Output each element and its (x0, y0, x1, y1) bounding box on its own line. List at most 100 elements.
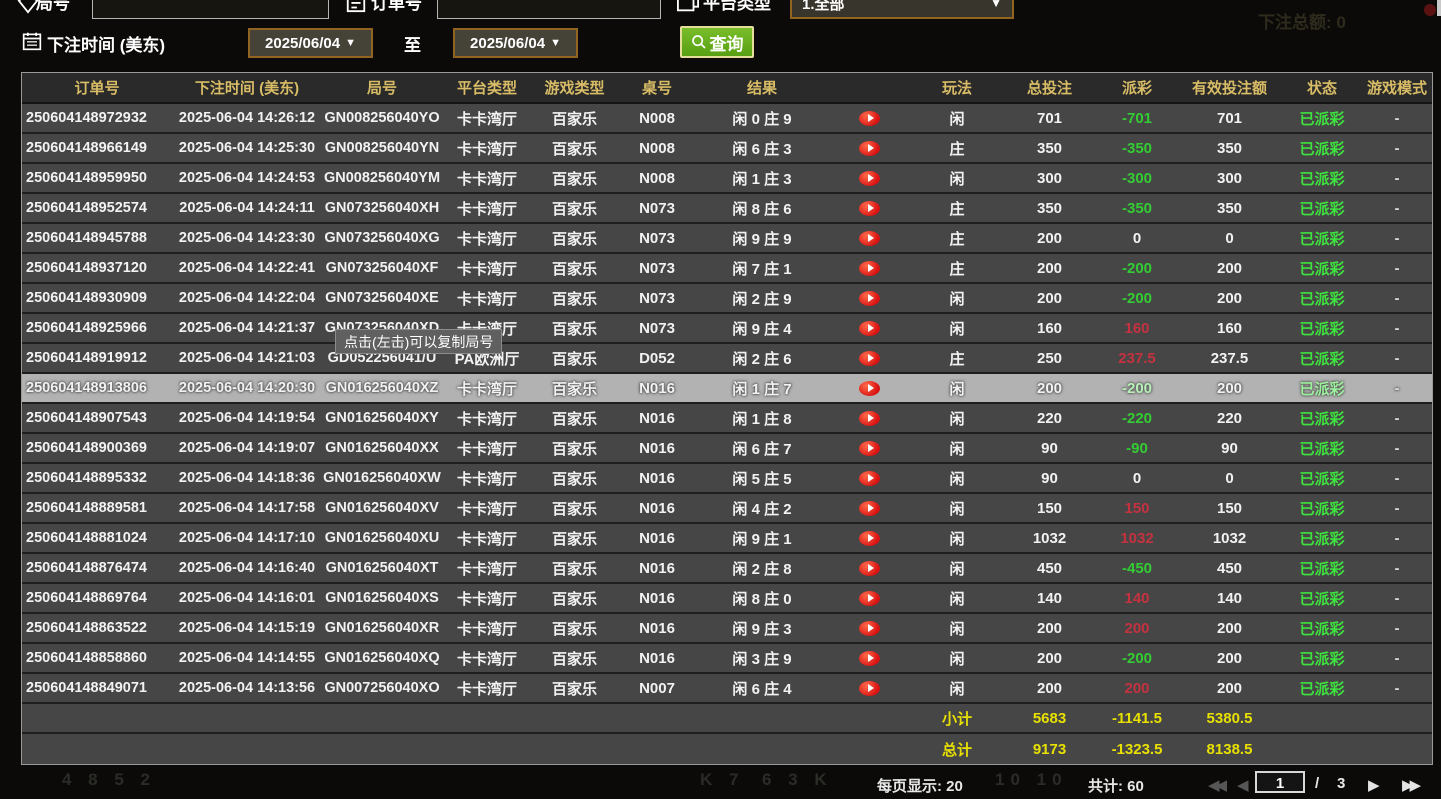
play-video-icon[interactable] (859, 291, 880, 306)
cell-round-number[interactable]: GN016256040XW (322, 470, 442, 486)
last-page-icon[interactable]: ▶▶ (1402, 776, 1417, 794)
cell-round-number[interactable]: GN016256040XV (322, 500, 442, 516)
grand-total-row: 总计9173-1323.58138.5 (22, 734, 1432, 764)
play-video-icon[interactable] (859, 471, 880, 486)
table-row[interactable]: 2506041488635222025-06-04 14:15:19GN0162… (22, 614, 1432, 644)
table-row[interactable]: 2506041489457882025-06-04 14:23:30GN0732… (22, 224, 1432, 254)
cell-game-mode: - (1362, 110, 1432, 127)
cell-game-mode: - (1362, 530, 1432, 547)
order-number-input[interactable] (437, 0, 661, 19)
round-number-input[interactable] (92, 0, 329, 19)
cell-round-number[interactable]: GN073256040XG (322, 230, 442, 246)
replay-cell (827, 531, 912, 546)
cell-platform-type: 卡卡湾厅 (442, 438, 532, 459)
cell-round-number[interactable]: GN016256040XX (322, 440, 442, 456)
table-row[interactable]: 2506041489138062025-06-04 14:20:30GN0162… (22, 374, 1432, 404)
table-row[interactable]: 2506041489729322025-06-04 14:26:12GN0082… (22, 104, 1432, 134)
search-button[interactable]: 查询 (680, 26, 754, 58)
cell-round-number[interactable]: GN016256040XY (322, 410, 442, 426)
table-row[interactable]: 2506041489661492025-06-04 14:25:30GN0082… (22, 134, 1432, 164)
platform-type-select[interactable]: 1.全部 ▼ (790, 0, 1014, 19)
first-page-icon[interactable]: ◀◀ (1208, 776, 1223, 794)
play-video-icon[interactable] (859, 351, 880, 366)
cell-round-number[interactable]: GN016256040XZ (322, 380, 442, 396)
table-row[interactable]: 2506041488953322025-06-04 14:18:36GN0162… (22, 464, 1432, 494)
cell-valid-bet: 237.5 (1177, 350, 1282, 367)
date-from-picker[interactable]: 2025/06/04▼ (248, 28, 373, 58)
play-video-icon[interactable] (859, 171, 880, 186)
cell-round-number[interactable]: GN008256040YN (322, 140, 442, 156)
cell-result: 闲 1 庄 8 (697, 408, 827, 429)
table-row[interactable]: 2506041488895812025-06-04 14:17:58GN0162… (22, 494, 1432, 524)
table-row[interactable]: 2506041489259662025-06-04 14:21:37GN0732… (22, 314, 1432, 344)
cell-total-bet: 1032 (1002, 530, 1097, 547)
play-video-icon[interactable] (859, 261, 880, 276)
cell-game-type: 百家乐 (532, 648, 617, 669)
table-row[interactable]: 2506041489525742025-06-04 14:24:11GN0732… (22, 194, 1432, 224)
cell-round-number[interactable]: GN016256040XT (322, 560, 442, 576)
table-row[interactable]: 2506041489599502025-06-04 14:24:53GN0082… (22, 164, 1432, 194)
cell-bet-time: 2025-06-04 14:23:30 (172, 230, 322, 246)
play-video-icon[interactable] (859, 681, 880, 696)
header-status: 状态 (1282, 77, 1362, 98)
table-row[interactable]: 2506041489003692025-06-04 14:19:07GN0162… (22, 434, 1432, 464)
cell-table-number: N073 (617, 200, 697, 217)
play-video-icon[interactable] (859, 141, 880, 156)
cell-bet-time: 2025-06-04 14:17:58 (172, 500, 322, 516)
next-page-icon[interactable]: ▶ (1368, 776, 1380, 794)
cell-play-type: 庄 (912, 138, 1002, 159)
play-video-icon[interactable] (859, 651, 880, 666)
date-to-picker[interactable]: 2025/06/04▼ (453, 28, 578, 58)
table-header-row: 订单号下注时间 (美东)局号平台类型游戏类型桌号结果玩法总投注派彩有效投注额状态… (22, 73, 1432, 104)
cell-game-mode: - (1362, 590, 1432, 607)
table-row[interactable]: 2506041489199122025-06-04 14:21:03GD0522… (22, 344, 1432, 374)
platform-type-icon (676, 0, 700, 14)
cell-payout: 237.5 (1097, 350, 1177, 367)
header-result: 结果 (697, 77, 827, 98)
table-row[interactable]: 2506041488697642025-06-04 14:16:01GN0162… (22, 584, 1432, 614)
cell-game-type: 百家乐 (532, 108, 617, 129)
cell-status: 已派彩 (1282, 138, 1362, 159)
header-order: 订单号 (22, 77, 172, 98)
table-row[interactable]: 2506041489309092025-06-04 14:22:04GN0732… (22, 284, 1432, 314)
play-video-icon[interactable] (859, 561, 880, 576)
play-video-icon[interactable] (859, 501, 880, 516)
cell-result: 闲 9 庄 1 (697, 528, 827, 549)
cell-total-bet: 90 (1002, 470, 1097, 487)
cell-round-number[interactable]: GN008256040YM (322, 170, 442, 186)
cell-order-number: 250604148913806 (22, 380, 172, 396)
table-row[interactable]: 2506041488810242025-06-04 14:17:10GN0162… (22, 524, 1432, 554)
cell-total-bet: 150 (1002, 500, 1097, 517)
table-row[interactable]: 2506041489371202025-06-04 14:22:41GN0732… (22, 254, 1432, 284)
table-row[interactable]: 2506041488764742025-06-04 14:16:40GN0162… (22, 554, 1432, 584)
cell-total-bet: 200 (1002, 230, 1097, 247)
play-video-icon[interactable] (859, 111, 880, 126)
play-video-icon[interactable] (859, 411, 880, 426)
page-number-input[interactable]: 1 (1255, 771, 1305, 793)
cell-round-number[interactable]: GN016256040XS (322, 590, 442, 606)
cell-round-number[interactable]: GN016256040XU (322, 530, 442, 546)
play-video-icon[interactable] (859, 531, 880, 546)
play-video-icon[interactable] (859, 321, 880, 336)
table-row[interactable]: 2506041488588602025-06-04 14:14:55GN0162… (22, 644, 1432, 674)
cell-round-number[interactable]: GN073256040XH (322, 200, 442, 216)
play-video-icon[interactable] (859, 381, 880, 396)
play-video-icon[interactable] (859, 441, 880, 456)
cell-game-mode: - (1362, 140, 1432, 157)
table-row[interactable]: 2506041488490712025-06-04 14:13:56GN0072… (22, 674, 1432, 704)
cell-round-number[interactable]: GN016256040XR (322, 620, 442, 636)
cell-round-number[interactable]: GN008256040YO (322, 110, 442, 126)
cell-table-number: N016 (617, 500, 697, 517)
cell-round-number[interactable]: GN073256040XE (322, 290, 442, 306)
play-video-icon[interactable] (859, 621, 880, 636)
play-video-icon[interactable] (859, 231, 880, 246)
cell-round-number[interactable]: GN073256040XF (322, 260, 442, 276)
play-video-icon[interactable] (859, 201, 880, 216)
cell-order-number: 250604148849071 (22, 680, 172, 696)
cell-round-number[interactable]: GN007256040XO (322, 680, 442, 696)
play-video-icon[interactable] (859, 591, 880, 606)
table-row[interactable]: 2506041489075432025-06-04 14:19:54GN0162… (22, 404, 1432, 434)
cell-round-number[interactable]: GN016256040XQ (322, 650, 442, 666)
cell-game-type: 百家乐 (532, 168, 617, 189)
prev-page-icon[interactable]: ◀ (1237, 776, 1249, 794)
